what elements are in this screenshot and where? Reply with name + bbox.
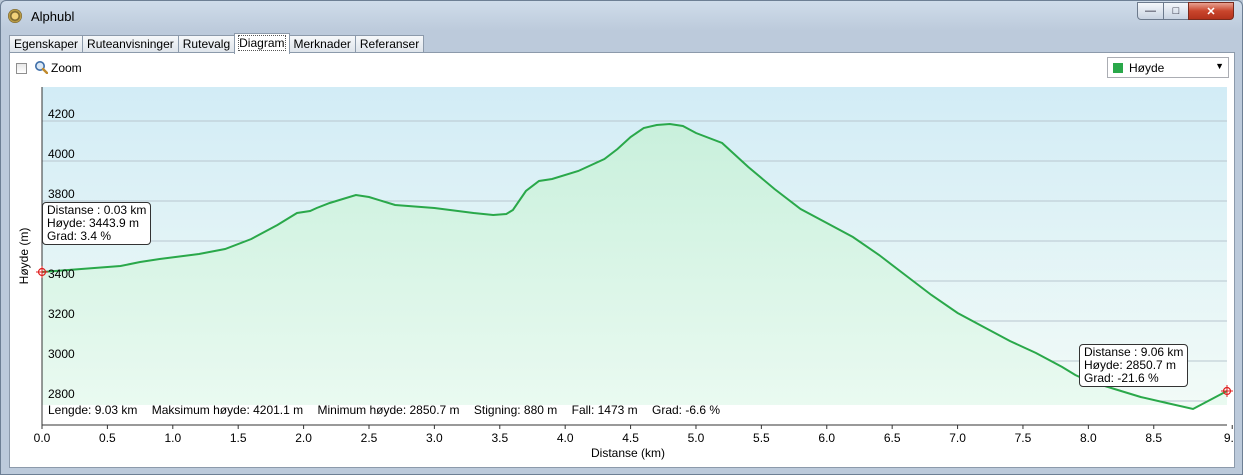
- end-point-tooltip: Distanse : 9.06 km Høyde: 2850.7 m Grad:…: [1079, 344, 1189, 387]
- tooltip-grade: Grad: -21.6 %: [1084, 371, 1159, 385]
- y-tick-label: 4200: [48, 107, 75, 121]
- series-dropdown[interactable]: Høyde ▼: [1107, 57, 1229, 78]
- stat-grade: Grad: -6.6 %: [652, 403, 721, 417]
- x-tick-label: 0.5: [99, 431, 116, 445]
- diagram-panel: Zoom Høyde ▼ 2800 3000 3200 3400 3800 40…: [9, 52, 1235, 468]
- x-tick-label: 6.5: [884, 431, 901, 445]
- tab-rutevalg[interactable]: Rutevalg: [177, 35, 236, 53]
- x-tick-label: 1.0: [164, 431, 181, 445]
- tab-diagram-label: Diagram: [238, 35, 286, 51]
- stat-length: Lengde: 9.03 km: [48, 403, 138, 417]
- x-tick-labels: 0.0 0.5 1.0 1.5 2.0 2.5 3.0 3.5 4.0 4.5 5.0 5.5 6.0 6…: [34, 425, 1234, 445]
- maximize-icon: □: [1172, 5, 1180, 17]
- tab-strip: Egenskaper Ruteanvisninger Rutevalg Diag…: [9, 33, 425, 54]
- y-tick-label: 3200: [48, 307, 75, 321]
- tab-diagram[interactable]: Diagram: [234, 33, 290, 54]
- x-tick-label: 3.5: [491, 431, 508, 445]
- window-title: Alphubl: [31, 9, 75, 24]
- stat-max-height: Maksimum høyde: 4201.1 m: [151, 403, 304, 417]
- x-tick-label: 0.0: [34, 431, 51, 445]
- minimize-icon: —: [1145, 5, 1156, 17]
- y-tick-label: 4000: [48, 147, 75, 161]
- x-tick-label: 3.0: [426, 431, 443, 445]
- x-tick-label: 7.5: [1015, 431, 1032, 445]
- start-point-tooltip: Distanse : 0.03 km Høyde: 3443.9 m Grad:…: [42, 202, 152, 245]
- series-color-swatch: [1113, 63, 1123, 73]
- title-bar: Alphubl — □ ✕: [1, 1, 1242, 31]
- x-tick-label: 6.0: [818, 431, 835, 445]
- route-statistics: Lengde: 9.03 km Maksimum høyde: 4201.1 m…: [48, 403, 731, 417]
- x-tick-label: 7.0: [949, 431, 966, 445]
- x-tick-label: 8.5: [1145, 431, 1162, 445]
- stat-descent: Fall: 1473 m: [571, 403, 638, 417]
- close-icon: ✕: [1206, 5, 1216, 18]
- x-tick-label: 5.5: [753, 431, 770, 445]
- maximize-button[interactable]: □: [1163, 2, 1189, 20]
- series-selected-label: Høyde: [1129, 61, 1165, 75]
- x-tick-label: 4.5: [622, 431, 639, 445]
- tab-ruteanvisninger[interactable]: Ruteanvisninger: [82, 35, 179, 53]
- close-button[interactable]: ✕: [1188, 2, 1234, 20]
- minimize-button[interactable]: —: [1137, 2, 1164, 20]
- zoom-label: Zoom: [51, 61, 82, 75]
- y-tick-label: 2800: [48, 387, 75, 401]
- app-window: Alphubl — □ ✕ Egenskaper Ruteanvisninger…: [0, 0, 1243, 475]
- x-tick-label: 5.0: [688, 431, 705, 445]
- x-axis-label: Distanse (km): [591, 446, 665, 460]
- stat-min-height: Minimum høyde: 2850.7 m: [317, 403, 460, 417]
- tab-referanser[interactable]: Referanser: [354, 35, 425, 53]
- y-axis-label: Høyde (m): [17, 228, 31, 285]
- x-tick-label: 9.1: [1224, 431, 1234, 445]
- y-tick-label: 3800: [48, 187, 75, 201]
- app-compass-icon: [8, 9, 22, 23]
- zoom-checkbox[interactable]: [16, 63, 27, 74]
- x-tick-label: 2.5: [361, 431, 378, 445]
- y-tick-label: 3400: [48, 267, 75, 281]
- x-tick-label: 4.0: [557, 431, 574, 445]
- y-tick-label: 3000: [48, 347, 75, 361]
- magnifier-icon: [35, 61, 48, 74]
- x-tick-label: 2.0: [295, 431, 312, 445]
- tab-egenskaper[interactable]: Egenskaper: [9, 35, 84, 53]
- tooltip-grade: Grad: 3.4 %: [47, 229, 112, 243]
- chevron-down-icon: ▼: [1215, 61, 1224, 71]
- stat-ascent: Stigning: 880 m: [473, 403, 558, 417]
- x-tick-label: 8.0: [1080, 431, 1097, 445]
- tab-merknader[interactable]: Merknader: [288, 35, 356, 53]
- x-tick-label: 1.5: [230, 431, 247, 445]
